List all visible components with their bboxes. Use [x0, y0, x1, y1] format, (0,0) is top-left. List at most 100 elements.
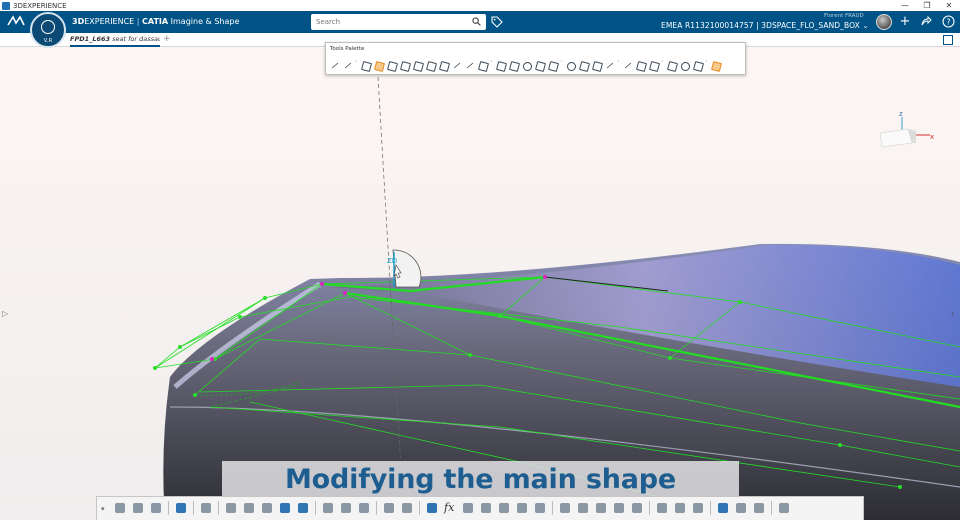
- sphere-tool-icon[interactable]: [565, 60, 576, 71]
- brand-prefix: 3D: [72, 17, 85, 26]
- ds-logo-icon[interactable]: [6, 15, 26, 30]
- cage-tool-icon[interactable]: [425, 60, 436, 71]
- curve-tool-icon[interactable]: [329, 60, 340, 71]
- exit-icon[interactable]: [777, 501, 792, 516]
- arc-tool-icon[interactable]: [521, 60, 532, 71]
- box-tool-icon[interactable]: [438, 60, 449, 71]
- update-icon[interactable]: [199, 501, 214, 516]
- compass-widget[interactable]: V,R: [30, 12, 66, 48]
- active-tool-icon[interactable]: [373, 60, 384, 71]
- print-icon[interactable]: [224, 501, 239, 516]
- 3d-viewport[interactable]: ZD z x ▷ ‹: [0, 47, 960, 520]
- settings-tool-icon[interactable]: [666, 60, 677, 71]
- sweep-tool-icon[interactable]: [451, 60, 462, 71]
- action-bar-collapse-icon[interactable]: ▾: [101, 505, 109, 513]
- render-icon[interactable]: [558, 501, 573, 516]
- copy-icon[interactable]: [131, 501, 146, 516]
- help-icon[interactable]: ?: [941, 15, 955, 29]
- brand-experience: EXPERIENCE: [84, 17, 135, 26]
- left-panel-expand-icon[interactable]: ▷: [2, 309, 8, 318]
- paste-icon[interactable]: [149, 501, 164, 516]
- video-caption: Modifying the main shape: [222, 461, 739, 501]
- plus-icon[interactable]: +: [898, 15, 912, 29]
- brush-tool-icon[interactable]: [578, 60, 589, 71]
- check-icon[interactable]: [752, 501, 767, 516]
- undo-icon[interactable]: [174, 501, 189, 516]
- surface-tool-icon[interactable]: [399, 60, 410, 71]
- show-icon[interactable]: [630, 501, 645, 516]
- search-icon[interactable]: [472, 17, 481, 26]
- table-tool-icon[interactable]: [508, 60, 519, 71]
- part-icon[interactable]: [734, 501, 749, 516]
- assembly-icon[interactable]: [655, 501, 670, 516]
- cube-icon[interactable]: [425, 501, 440, 516]
- group-icon[interactable]: [691, 501, 706, 516]
- minimize-button[interactable]: —: [894, 0, 916, 11]
- grid-tool-icon[interactable]: [477, 60, 488, 71]
- line-tool-icon[interactable]: [604, 60, 615, 71]
- frame-tool-icon[interactable]: [635, 60, 646, 71]
- platform-selector[interactable]: EMEA R1132100014757 | 3DSPACE_FLO_SAND_B…: [661, 21, 869, 30]
- palette-separator: [705, 57, 708, 71]
- measure-icon[interactable]: [461, 501, 476, 516]
- list-icon[interactable]: [321, 501, 336, 516]
- tools-icon[interactable]: [382, 501, 397, 516]
- action-separator: [217, 501, 221, 516]
- platform-label: EMEA R1132100014757 | 3DSPACE_FLO_SAND_B…: [661, 21, 860, 30]
- maximize-button[interactable]: ❐: [916, 0, 938, 11]
- share-icon[interactable]: [919, 15, 933, 29]
- diamond-tool-icon[interactable]: [591, 60, 602, 71]
- project-tool-icon[interactable]: [386, 60, 397, 71]
- material-icon[interactable]: [400, 501, 415, 516]
- search-input[interactable]: [311, 14, 486, 30]
- view-icon[interactable]: [576, 501, 591, 516]
- hide-icon[interactable]: [612, 501, 627, 516]
- section-icon[interactable]: [533, 501, 548, 516]
- favorite-icon[interactable]: [296, 501, 311, 516]
- share-graph-icon[interactable]: [339, 501, 354, 516]
- cut-icon[interactable]: [113, 501, 128, 516]
- product-icon[interactable]: [716, 501, 731, 516]
- component-icon[interactable]: [673, 501, 688, 516]
- ruler-icon[interactable]: [515, 501, 530, 516]
- move-all-tool-icon[interactable]: [648, 60, 659, 71]
- validate-tool-icon[interactable]: [710, 60, 721, 71]
- action-separator: [709, 501, 713, 516]
- axis-triad[interactable]: z x: [872, 107, 942, 157]
- app-icon: [2, 1, 10, 10]
- avatar[interactable]: [876, 14, 892, 30]
- blend-tool-icon[interactable]: [464, 60, 475, 71]
- table-icon[interactable]: [479, 501, 494, 516]
- 3d-curve-tool-icon[interactable]: [342, 60, 353, 71]
- add-tab-button[interactable]: +: [163, 33, 171, 46]
- formula-icon[interactable]: fx: [443, 501, 458, 516]
- symmetry-tool-icon[interactable]: [360, 60, 371, 71]
- tools-palette[interactable]: Tools Palette: [325, 42, 746, 75]
- model-render[interactable]: ZD: [0, 47, 960, 520]
- capture-icon[interactable]: [260, 501, 275, 516]
- analysis-tool-icon[interactable]: [534, 60, 545, 71]
- extrude-tool-icon[interactable]: [412, 60, 423, 71]
- lock-tool-icon[interactable]: [692, 60, 703, 71]
- palette-separator: [617, 57, 620, 71]
- triad-x-label: x: [930, 133, 934, 141]
- analysis-icon[interactable]: [497, 501, 512, 516]
- app-header: 3DEXPERIENCE | CATIA Imagine & Shape Flo…: [0, 11, 960, 33]
- select-icon[interactable]: [242, 501, 257, 516]
- refresh-tool-icon[interactable]: [679, 60, 690, 71]
- fullscreen-icon[interactable]: [943, 35, 953, 45]
- user-name: Florent FRAUD: [824, 13, 864, 19]
- options-icon[interactable]: [357, 501, 372, 516]
- tab-document[interactable]: FPD1_L663 seat for dassault: [70, 33, 160, 47]
- edit-tool-icon[interactable]: [495, 60, 506, 71]
- tag-icon[interactable]: [491, 16, 503, 28]
- angle-tool-icon[interactable]: [547, 60, 558, 71]
- move-tool-icon[interactable]: [622, 60, 633, 71]
- tools-palette-title: Tools Palette: [330, 46, 365, 52]
- display-icon[interactable]: [594, 501, 609, 516]
- close-button[interactable]: ✕: [938, 0, 960, 11]
- globe-icon[interactable]: [278, 501, 293, 516]
- compass-play-icon[interactable]: [41, 20, 55, 34]
- chevron-down-icon: ⌄: [862, 21, 869, 30]
- right-panel-expand-icon[interactable]: ‹: [951, 309, 954, 318]
